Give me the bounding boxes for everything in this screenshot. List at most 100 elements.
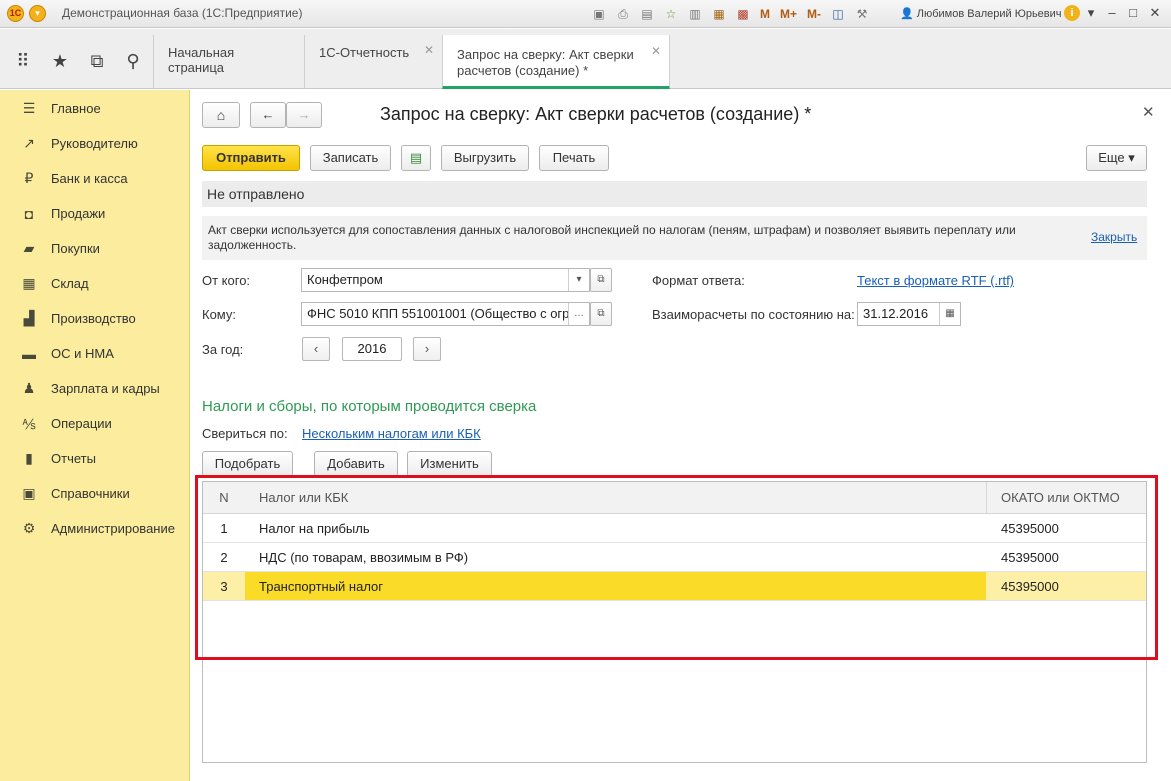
cell-okato: 45395000 [986,572,1146,600]
chevron-down-icon: ▾ [1128,150,1135,165]
print-button[interactable]: Печать [539,145,609,171]
from-label: От кого: [202,273,251,288]
save-icon[interactable]: ▣ [590,5,608,23]
memory-plus-button[interactable]: M+ [778,5,799,23]
close-icon[interactable]: ✕ [651,43,661,59]
cell-n: 1 [220,521,228,536]
add-button[interactable]: Добавить [314,451,398,477]
table-row-selected[interactable]: 3 Транспортный налог 45395000 [203,572,1146,601]
table-row[interactable]: 1 Налог на прибыль 45395000 [203,514,1146,543]
edit-button[interactable]: Изменить [407,451,492,477]
year-field[interactable]: 2016 [342,337,402,361]
info-close-link[interactable]: Закрыть [1091,230,1137,244]
forward-button[interactable]: → [286,102,322,128]
sidebar-item-production[interactable]: ▟ Производство [0,301,190,336]
table-row[interactable]: 2 НДС (по товарам, ввозимым в РФ) 453950… [203,543,1146,572]
cell-n: 3 [203,572,245,600]
sidebar-item-bank[interactable]: ₽ Банк и касса [0,161,190,196]
save-button[interactable]: Записать [310,145,391,171]
factory-icon: ▟ [23,310,35,326]
tab-1c-reporting[interactable]: 1С-Отчетность ✕ [304,35,442,89]
sidebar-item-assets[interactable]: ▬ ОС и НМА [0,336,190,371]
tab-home[interactable]: Начальная страница [153,35,304,89]
ruble-icon: ₽ [24,170,34,186]
user-icon: 👤 [900,8,917,20]
sidebar: ☰ Главное ↗ Руководителю ₽ Банк и касса … [0,90,190,781]
history-icon[interactable]: ▥ [686,5,704,23]
reconcile-label: Свериться по: [202,426,288,441]
calculator-icon[interactable]: ▦ [710,5,728,23]
user-name[interactable]: 👤 Любимов Валерий Юрьевич [900,7,1062,20]
pick-button[interactable]: Подобрать [202,451,293,477]
open-icon[interactable]: ⧉ [590,302,612,326]
export-button[interactable]: Выгрузить [441,145,529,171]
sidebar-item-label: Главное [51,101,101,116]
sidebar-item-main[interactable]: ☰ Главное [0,91,190,126]
year-next-button[interactable]: › [413,337,441,361]
close-icon[interactable]: ✕ [424,43,434,57]
tab-reconciliation-request[interactable]: Запрос на сверку: Акт сверки расчетов (с… [442,35,670,89]
user-name-text: Любимов Валерий Юрьевич [916,8,1062,20]
close-icon[interactable]: ✕ [1142,103,1155,121]
column-header-tax[interactable]: Налог или КБК [245,482,986,514]
close-window-icon[interactable]: ✕ [1146,5,1164,21]
sidebar-item-sales[interactable]: ◘ Продажи [0,196,190,231]
reconcile-link[interactable]: Нескольким налогам или КБК [302,426,481,441]
bag-icon: ◘ [24,205,34,222]
print-icon[interactable]: ⎙ [614,5,632,23]
more-button[interactable]: Еще ▾ [1086,145,1147,171]
info-icon[interactable]: i [1064,5,1080,21]
trend-icon: ↗ [23,135,35,151]
search-icon[interactable]: ⚲ [122,51,144,71]
history-icon[interactable]: ⧉ [86,51,108,71]
document-add-icon: ▤ [409,150,423,165]
sidebar-item-catalogs[interactable]: ▣ Справочники [0,476,190,511]
sidebar-item-purchases[interactable]: ▰ Покупки [0,231,190,266]
send-button[interactable]: Отправить [202,145,300,171]
to-field-value: ФНС 5010 КПП 551001001 (Общество с огр [307,306,570,321]
open-icon[interactable]: ⧉ [590,268,612,292]
date-label: Взаиморасчеты по состоянию на: [652,307,855,322]
date-field[interactable]: 31.12.2016 ▦ [857,302,961,326]
memory-m-button[interactable]: M [758,5,772,23]
sidebar-item-warehouse[interactable]: ▦ Склад [0,266,190,301]
sidebar-item-manager[interactable]: ↗ Руководителю [0,126,190,161]
year-prev-button[interactable]: ‹ [302,337,330,361]
tools-icon[interactable]: ⚒ [853,5,871,23]
from-field[interactable]: Конфетпром ▾ [301,268,590,292]
maximize-icon[interactable]: □ [1124,5,1142,20]
favorites-star-icon[interactable]: ★ [49,51,71,71]
taxes-table[interactable]: N Налог или КБК ОКАТО или ОКТМО 1 Налог … [202,481,1147,763]
chevron-down-icon[interactable]: ▾ [1082,5,1100,21]
memory-minus-button[interactable]: M- [805,5,823,23]
sidebar-item-reports[interactable]: ▮ Отчеты [0,441,190,476]
select-icon[interactable]: … [568,303,589,325]
apps-grid-icon[interactable]: ⠿ [12,51,34,71]
panel-layout-icon[interactable]: ◫ [829,5,847,23]
back-button[interactable]: ← [250,102,286,128]
info-text: Акт сверки используется для сопоставлени… [208,223,1016,252]
to-field[interactable]: ФНС 5010 КПП 551001001 (Общество с огр … [301,302,590,326]
column-header-okato[interactable]: ОКАТО или ОКТМО [986,482,1146,514]
sidebar-item-label: Справочники [51,486,130,501]
column-header-n[interactable]: N [203,482,245,514]
preview-icon[interactable]: ▤ [638,5,656,23]
cart-icon: ▰ [23,240,35,256]
calendar-icon[interactable]: ▩ [734,5,752,23]
home-button[interactable]: ⌂ [202,102,240,128]
calendar-icon[interactable]: ▦ [939,303,960,325]
warehouse-icon: ▦ [22,275,36,291]
sidebar-item-administration[interactable]: ⚙ Администрирование [0,511,190,546]
main-menu-icon[interactable]: ▾ [29,5,46,22]
minimize-icon[interactable]: – [1103,5,1121,20]
dropdown-icon[interactable]: ▾ [568,269,589,291]
favorite-add-icon[interactable]: ☆ [662,5,680,23]
people-icon: ♟ [22,380,36,396]
format-link[interactable]: Текст в формате RTF (.rtf) [857,273,1014,288]
sidebar-item-salary[interactable]: ♟ Зарплата и кадры [0,371,190,406]
document-add-button[interactable]: ▤ [401,145,431,171]
title-bar: 1С ▾ Демонстрационная база (1С:Предприят… [0,0,1171,28]
sidebar-item-label: Руководителю [51,136,138,151]
tabs-bar: ⠿ ★ ⧉ ⚲ Начальная страница 1С-Отчетность… [0,29,1171,89]
sidebar-item-operations[interactable]: ⅍ Операции [0,406,190,441]
